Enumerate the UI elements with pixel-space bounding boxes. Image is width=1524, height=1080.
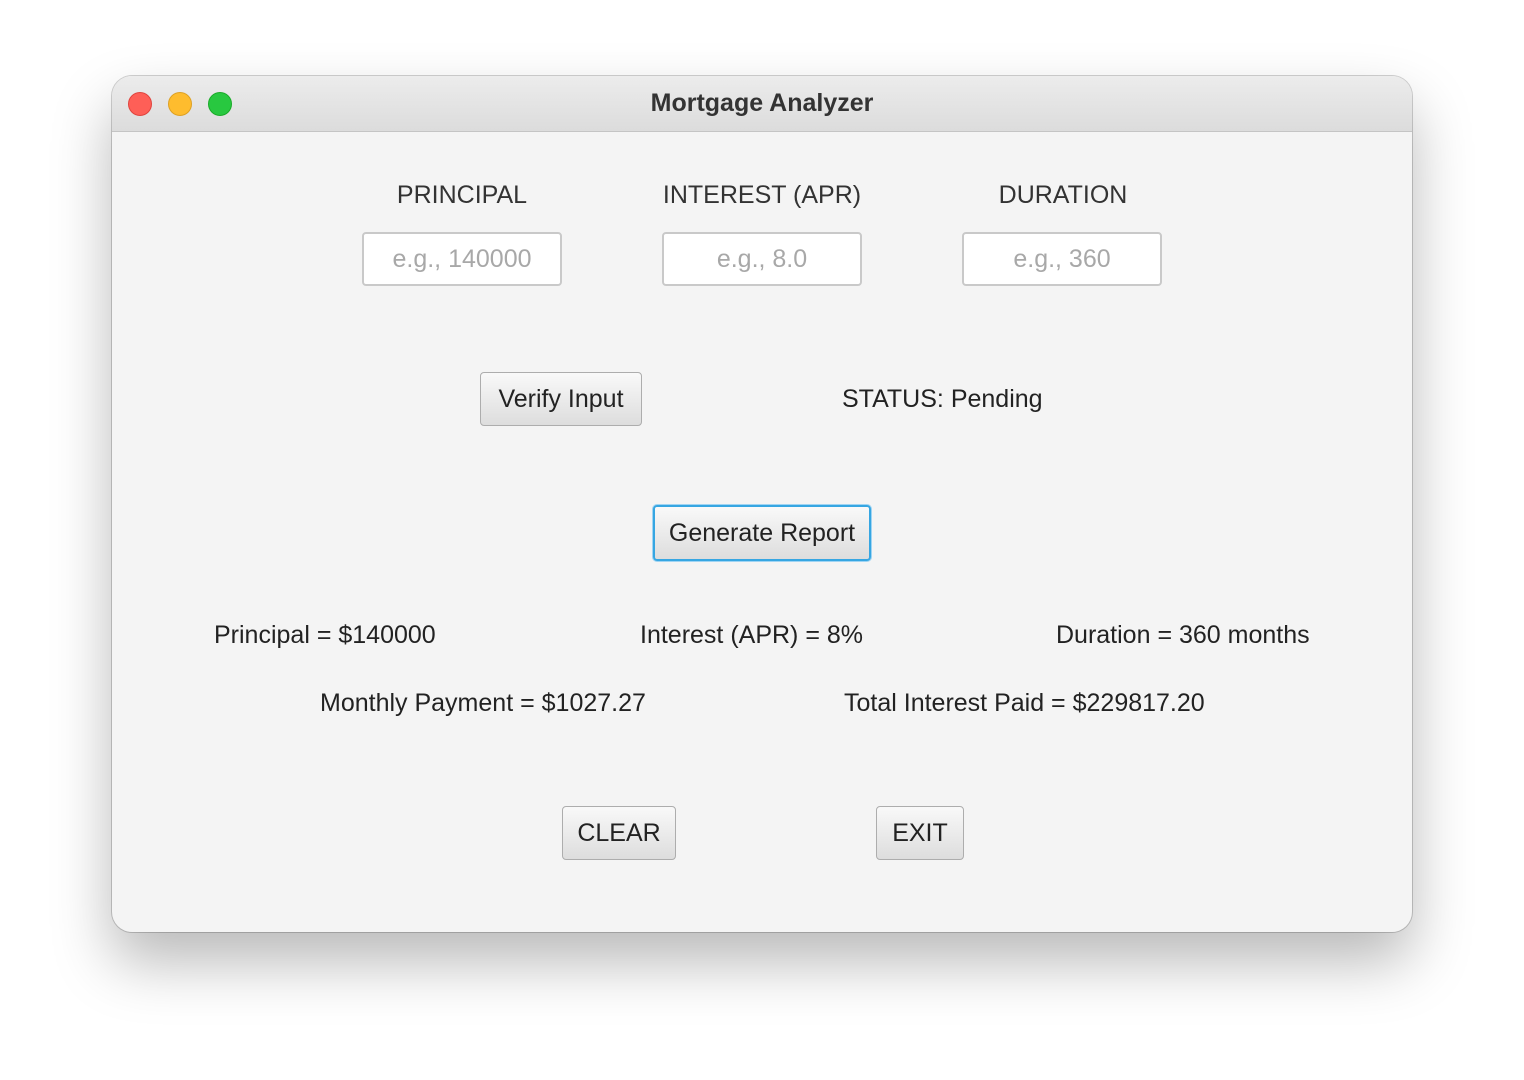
report-duration: Duration = 360 months [1056, 621, 1310, 649]
exit-button[interactable]: EXIT [876, 806, 964, 860]
generate-report-button[interactable]: Generate Report [653, 505, 871, 561]
principal-input[interactable] [362, 232, 562, 286]
title-bar[interactable]: Mortgage Analyzer [112, 76, 1412, 132]
verify-input-button[interactable]: Verify Input [480, 372, 642, 426]
interest-label: INTEREST (APR) [662, 181, 862, 209]
interest-input[interactable] [662, 232, 862, 286]
report-total-interest: Total Interest Paid = $229817.20 [844, 689, 1205, 717]
status-value: Pending [950, 385, 1043, 413]
status-label: STATUS: [842, 385, 944, 413]
report-interest: Interest (APR) = 8% [640, 621, 863, 649]
mortgage-analyzer-window: Mortgage Analyzer PRINCIPAL INTEREST (AP… [112, 76, 1412, 932]
report-monthly-payment: Monthly Payment = $1027.27 [320, 689, 646, 717]
status-indicator: STATUS: Pending [842, 385, 1043, 414]
report-principal: Principal = $140000 [214, 621, 436, 649]
window-title: Mortgage Analyzer [650, 89, 874, 117]
duration-label: DURATION [998, 181, 1128, 209]
clear-button[interactable]: CLEAR [562, 806, 676, 860]
duration-input[interactable] [962, 232, 1162, 286]
principal-label: PRINCIPAL [396, 181, 528, 209]
